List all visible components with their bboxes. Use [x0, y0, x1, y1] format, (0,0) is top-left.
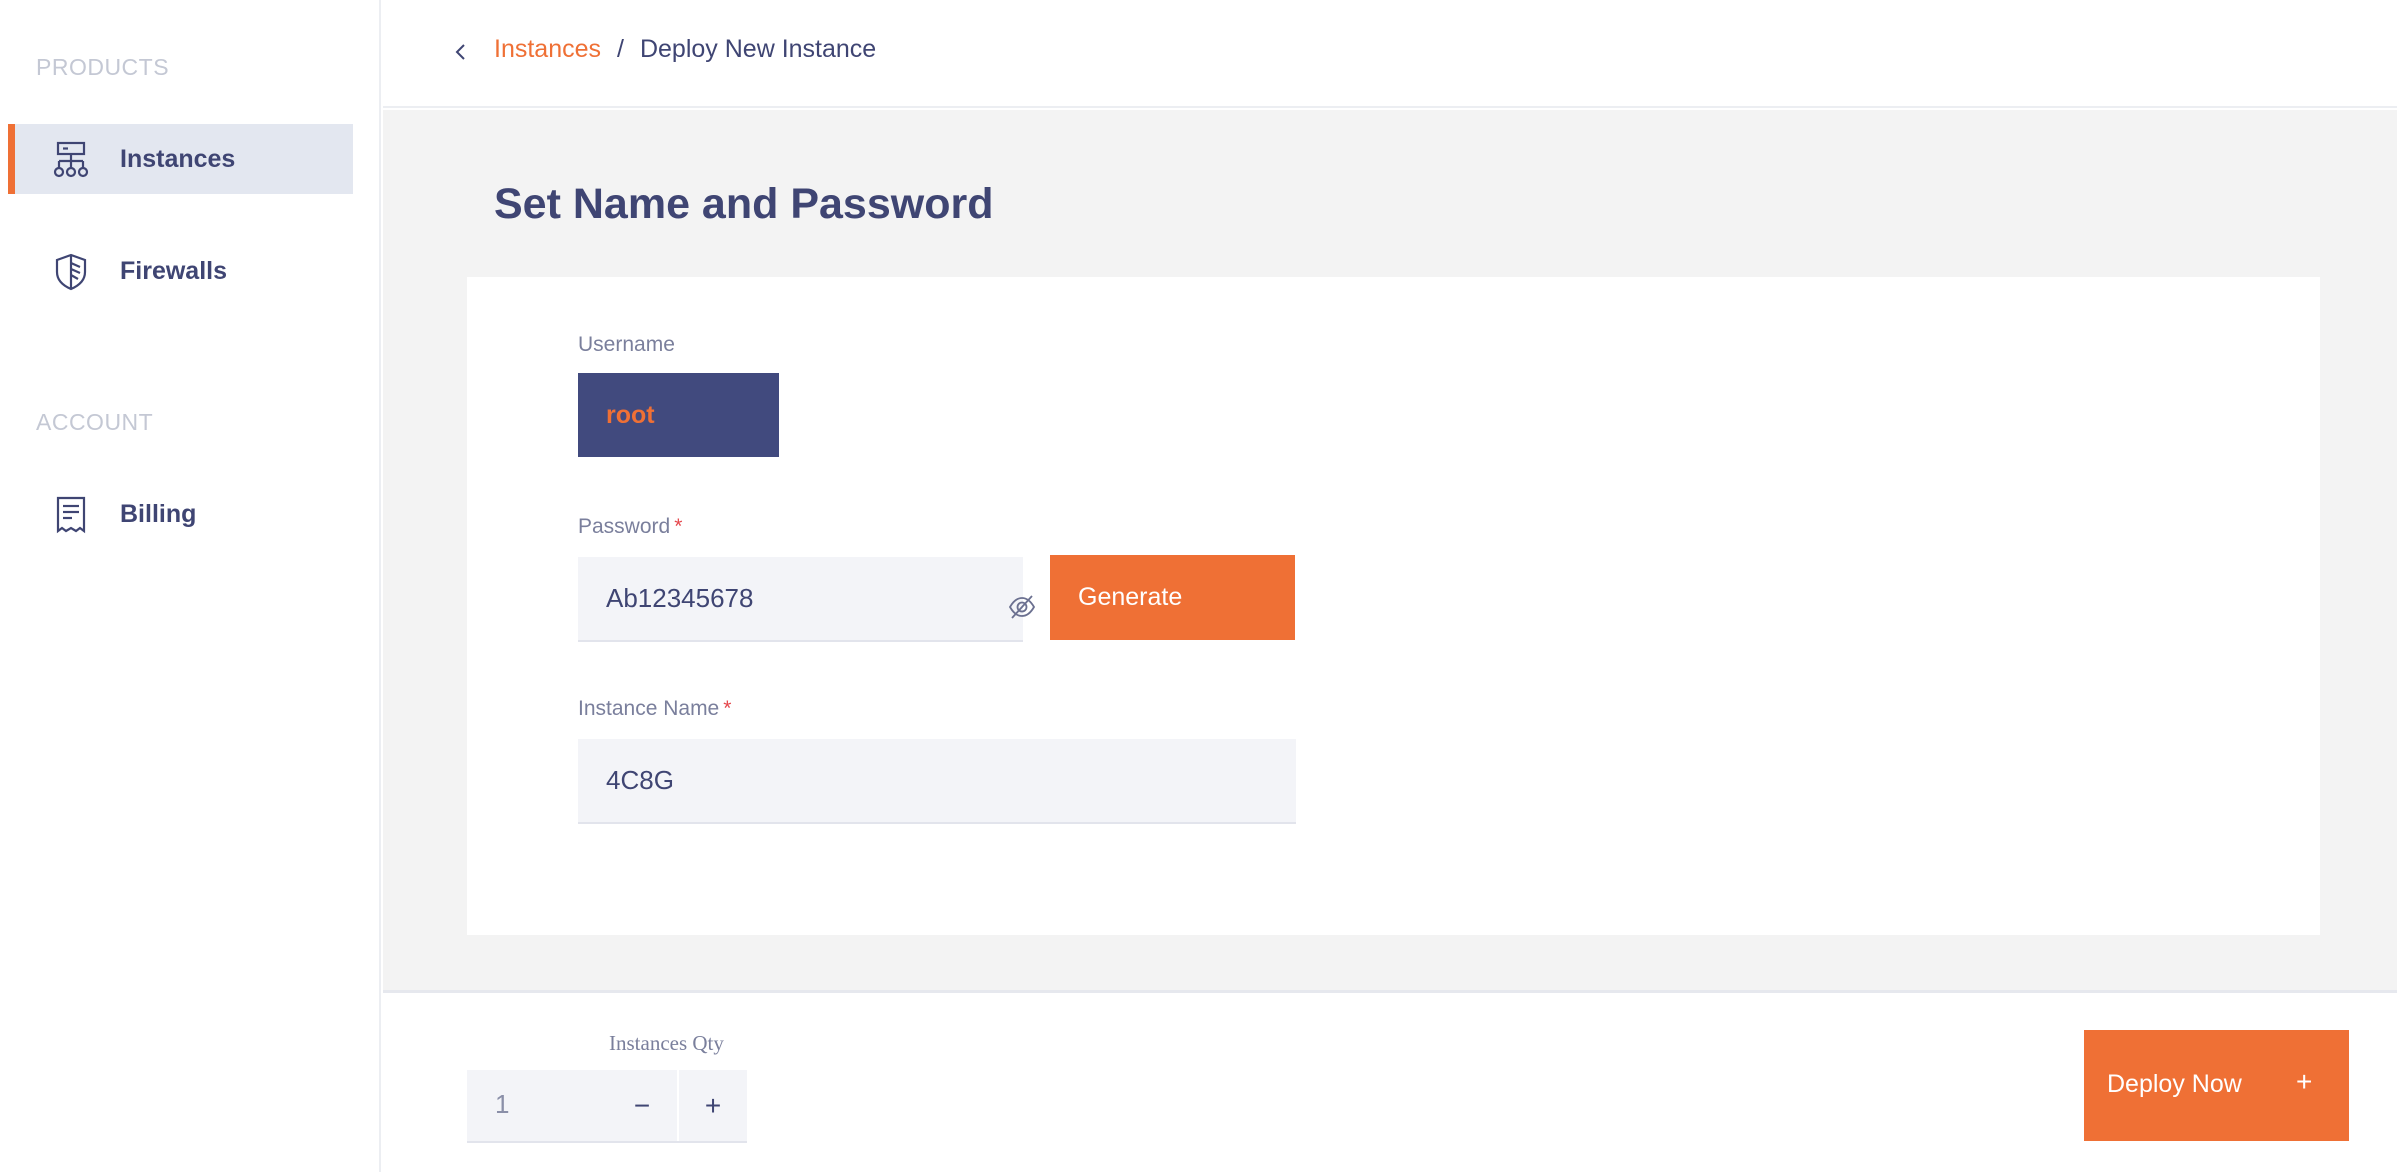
eye-off-icon[interactable]	[1007, 592, 1037, 622]
chevron-left-icon	[455, 44, 465, 60]
plus-icon: +	[2296, 1066, 2313, 1097]
breadcrumb: Instances / Deploy New Instance	[494, 35, 876, 64]
username-field: root	[578, 373, 779, 457]
instance-name-input[interactable]	[578, 739, 1296, 824]
products-section-label: PRODUCTS	[36, 54, 170, 80]
instance-name-label: Instance Name *	[578, 697, 732, 720]
password-label: Password *	[578, 515, 683, 538]
sidebar-item-billing[interactable]: Billing	[8, 479, 353, 549]
required-marker: *	[723, 697, 732, 720]
required-marker: *	[674, 515, 683, 538]
shield-icon	[55, 253, 87, 291]
back-button[interactable]	[443, 34, 479, 70]
deploy-footer: Instances Qty 1 − + Deploy Now +	[383, 990, 2397, 1172]
breadcrumb-link-instances[interactable]: Instances	[494, 35, 601, 64]
app-root: PRODUCTS Instances Firewalls ACCOUNT Bil…	[0, 0, 2397, 1172]
password-input[interactable]	[578, 557, 1023, 642]
username-value: root	[606, 400, 655, 429]
name-password-card: Username root Password* Generate Instanc…	[467, 277, 2320, 935]
decrement-button[interactable]: −	[607, 1070, 677, 1141]
breadcrumb-current: Deploy New Instance	[639, 35, 877, 63]
top-header: Instances / Deploy New Instance	[383, 0, 2397, 108]
sidebar-item-label: Firewalls	[120, 256, 227, 285]
instances-icon	[53, 141, 89, 178]
qty-label: Instances Qty	[609, 1031, 724, 1055]
sidebar-item-instances[interactable]: Instances	[8, 124, 353, 194]
deploy-now-button[interactable]: Deploy Now +	[2084, 1030, 2349, 1141]
sidebar: PRODUCTS Instances Firewalls ACCOUNT Bil…	[0, 0, 381, 1172]
quantity-stepper: 1 − +	[467, 1070, 747, 1143]
qty-value[interactable]: 1	[495, 1089, 509, 1120]
deploy-button-label: Deploy Now	[2107, 1070, 2242, 1098]
page-title: Set Name and Password	[494, 180, 994, 228]
increment-button[interactable]: +	[677, 1070, 747, 1141]
breadcrumb-separator: /	[617, 35, 624, 63]
receipt-icon	[56, 496, 86, 534]
generate-button-label: Generate	[1078, 583, 1183, 611]
sidebar-item-firewalls[interactable]: Firewalls	[8, 236, 353, 306]
username-label: Username	[578, 333, 675, 356]
sidebar-item-label: Billing	[120, 499, 197, 528]
account-section-label: ACCOUNT	[36, 409, 154, 435]
main-content: Set Name and Password Username root Pass…	[383, 110, 2397, 990]
generate-button[interactable]: Generate	[1050, 555, 1295, 640]
sidebar-item-label: Instances	[120, 144, 236, 173]
